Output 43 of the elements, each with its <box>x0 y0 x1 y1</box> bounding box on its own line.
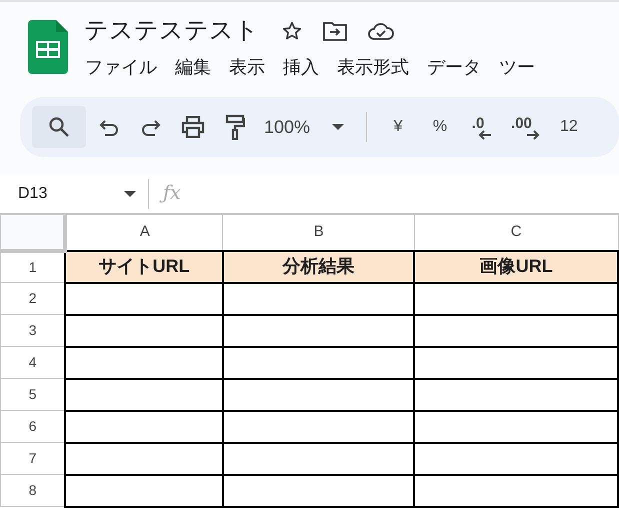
zoom-dropdown[interactable]: 100% <box>258 106 350 148</box>
row-header[interactable]: 5 <box>0 378 66 410</box>
undo-icon <box>99 118 119 136</box>
table-cell: 画像URL <box>414 250 618 282</box>
folder-arrow-icon[interactable] <box>323 21 347 41</box>
row-header[interactable]: 2 <box>0 282 66 314</box>
print-icon <box>181 116 205 138</box>
row-header[interactable]: 7 <box>0 442 66 474</box>
name-box[interactable]: D13 <box>0 182 140 206</box>
arrow-icon <box>478 130 492 140</box>
decrease-decimal-button[interactable]: .0 <box>463 106 502 148</box>
sheets-logo-icon[interactable] <box>28 20 68 74</box>
table-cell: サイトURL <box>65 250 223 282</box>
format-button[interactable]: % <box>421 106 460 148</box>
document-title[interactable]: テステステスト <box>84 16 259 46</box>
menu-item[interactable]: ツー <box>498 54 536 81</box>
table-cell: 分析結果 <box>222 250 414 282</box>
search-icon <box>48 116 70 138</box>
cloud-check-icon[interactable] <box>367 21 395 41</box>
redo-icon <box>141 118 161 136</box>
menu-item[interactable]: 挿入 <box>282 54 320 81</box>
cell-reference: D13 <box>18 184 48 204</box>
format-button[interactable]: ¥ <box>379 106 418 148</box>
paint-roller-icon <box>225 114 245 140</box>
menu-item[interactable]: 編集 <box>174 54 212 81</box>
column-header[interactable]: C <box>414 214 618 250</box>
menu-item[interactable]: ファイル <box>84 54 158 81</box>
menu-item[interactable]: 表示形式 <box>336 54 410 81</box>
row-header[interactable]: 3 <box>0 314 66 346</box>
caret-icon <box>332 124 344 130</box>
arrow-icon <box>526 130 540 140</box>
caret-icon <box>124 190 136 196</box>
column-header[interactable]: B <box>222 214 414 250</box>
increase-decimal-button[interactable]: .00 <box>505 106 546 148</box>
menu-item[interactable]: データ <box>426 54 482 81</box>
menu-item[interactable]: 表示 <box>228 54 266 81</box>
row-header[interactable]: 8 <box>0 474 66 506</box>
column-header[interactable]: A <box>65 214 223 250</box>
star-icon[interactable] <box>281 20 303 42</box>
search-button[interactable] <box>32 106 86 148</box>
format-button[interactable]: 12 <box>550 106 588 148</box>
row-header[interactable]: 4 <box>0 346 66 378</box>
row-header[interactable]: 6 <box>0 410 66 442</box>
